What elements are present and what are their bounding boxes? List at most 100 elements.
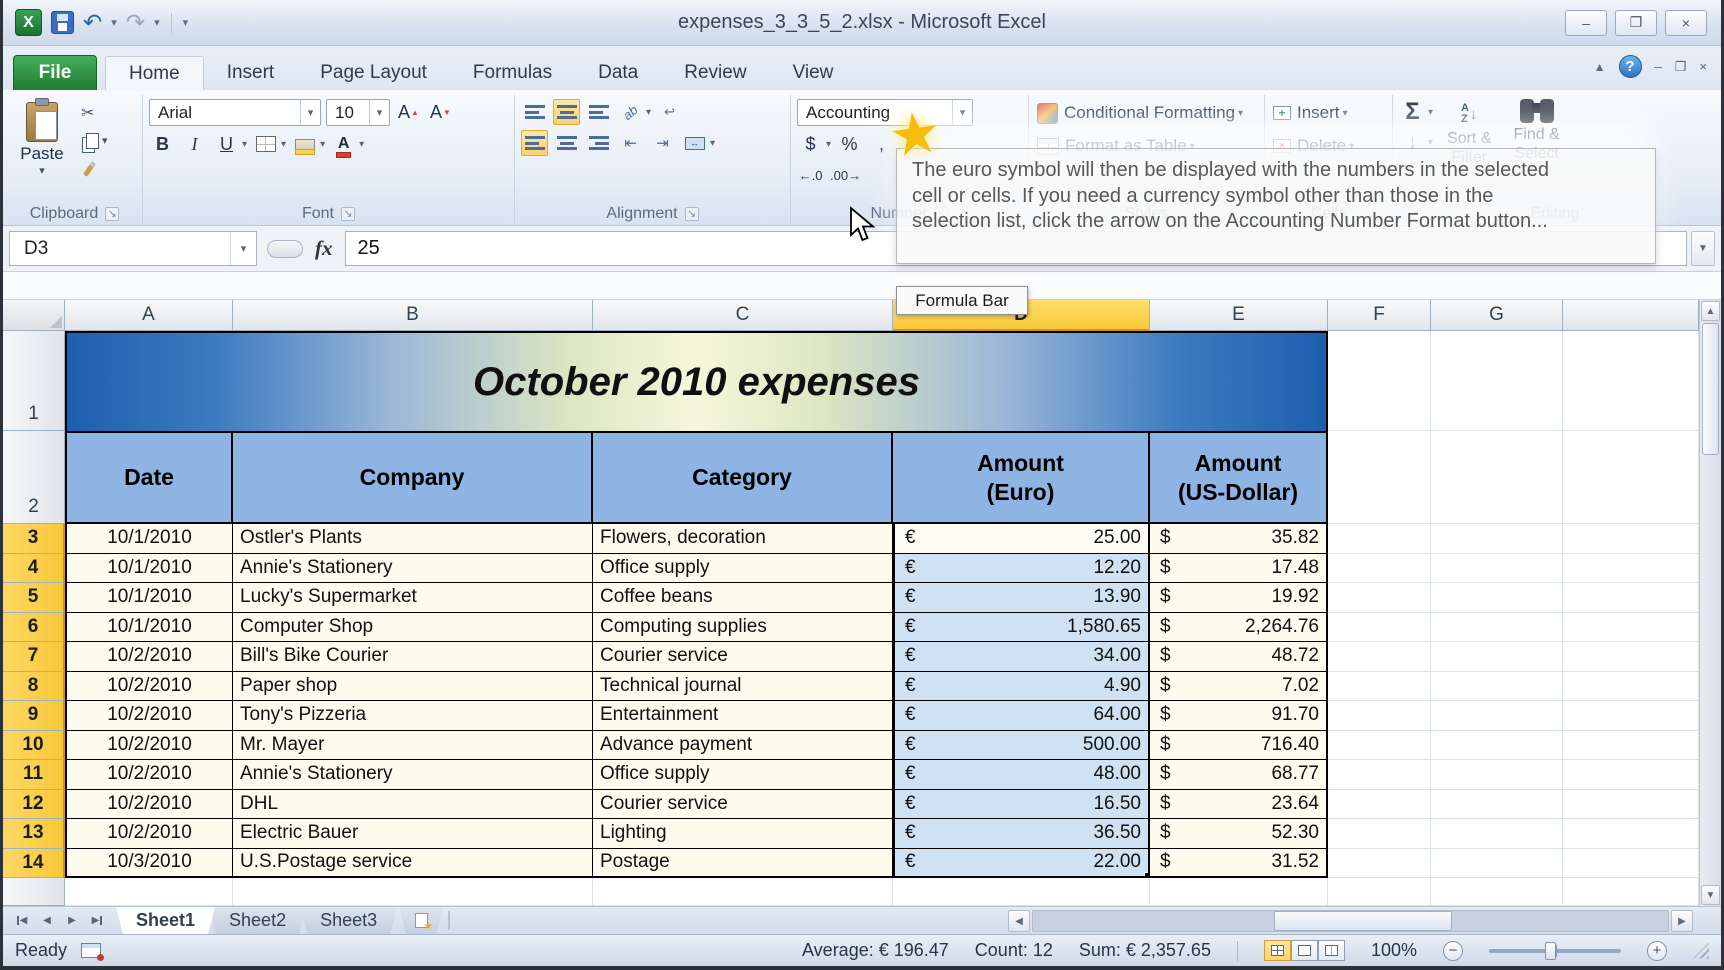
cell-a9[interactable]: 10/2/2010 xyxy=(65,701,233,731)
underline-dropdown-icon[interactable]: ▾ xyxy=(242,139,247,150)
horizontal-scroll-thumb[interactable] xyxy=(1274,911,1453,931)
paste-dropdown-icon[interactable]: ▾ xyxy=(39,166,45,177)
cell-a5[interactable]: 10/1/2010 xyxy=(65,583,233,613)
cell-f15[interactable] xyxy=(1328,878,1431,906)
cell-e10[interactable]: $716.40 xyxy=(1150,730,1328,760)
scroll-left-icon[interactable]: ◀ xyxy=(1008,910,1030,932)
cell-a6[interactable]: 10/1/2010 xyxy=(65,612,233,642)
row-header-11[interactable]: 11 xyxy=(3,760,65,790)
cell-c11[interactable]: Office supply xyxy=(593,760,893,790)
cell-d4[interactable]: €12.20 xyxy=(893,553,1150,583)
row-header-6[interactable]: 6 xyxy=(3,612,65,642)
header-company[interactable]: Company xyxy=(233,431,593,524)
cell-f4[interactable] xyxy=(1328,553,1431,583)
row-header-4[interactable]: 4 xyxy=(3,553,65,583)
fill-color-button[interactable] xyxy=(291,131,318,157)
cell-a13[interactable]: 10/2/2010 xyxy=(65,819,233,849)
ribbon-tab-page-layout[interactable]: Page Layout xyxy=(297,55,450,90)
cell-g3[interactable] xyxy=(1431,524,1563,554)
grow-font-button[interactable]: A ▲ xyxy=(395,100,422,126)
font-color-dropdown-icon[interactable]: ▾ xyxy=(359,139,364,150)
align-right-button[interactable] xyxy=(585,130,612,156)
chevron-down-icon[interactable]: ▾ xyxy=(369,100,389,125)
macro-record-icon[interactable] xyxy=(81,943,105,961)
column-header-c[interactable]: C xyxy=(593,300,893,331)
cell-d10[interactable]: €500.00 xyxy=(893,730,1150,760)
workbook-close-icon[interactable]: × xyxy=(1699,59,1707,74)
insert-worksheet-button[interactable] xyxy=(399,907,443,934)
file-tab[interactable]: File xyxy=(13,55,97,90)
increase-indent-button[interactable]: ⇥ xyxy=(649,130,676,156)
cut-button[interactable]: ✂ xyxy=(77,101,117,125)
cell-d9[interactable]: €64.00 xyxy=(893,701,1150,731)
cell-b3[interactable]: Ostler's Plants xyxy=(233,524,593,554)
row-header-14[interactable]: 14 xyxy=(3,848,65,878)
insert-function-button[interactable]: fx xyxy=(315,236,333,261)
row-header-15[interactable] xyxy=(3,878,65,906)
orientation-dropdown-icon[interactable]: ▾ xyxy=(646,107,651,118)
wrap-text-button[interactable]: ↩ xyxy=(656,99,683,125)
undo-button[interactable]: ↶ xyxy=(83,11,102,34)
cell-a12[interactable]: 10/2/2010 xyxy=(65,789,233,819)
cell-b9[interactable]: Tony's Pizzeria xyxy=(233,701,593,731)
row-header-12[interactable]: 12 xyxy=(3,789,65,819)
sheet-tab-sheet1[interactable]: Sheet1 xyxy=(116,907,215,934)
top-align-button[interactable] xyxy=(521,99,548,125)
cell-d14[interactable]: €22.00 xyxy=(893,848,1150,878)
row-header-1[interactable]: 1 xyxy=(3,331,65,431)
next-sheet-button[interactable]: ▶ xyxy=(61,911,83,931)
customize-qat-button[interactable]: ▾ xyxy=(183,16,189,29)
cell-f12[interactable] xyxy=(1328,789,1431,819)
cell-b6[interactable]: Computer Shop xyxy=(233,612,593,642)
page-layout-view-button[interactable] xyxy=(1290,940,1318,961)
autosum-button[interactable]: Σ xyxy=(1399,99,1426,125)
scroll-down-icon[interactable]: ▼ xyxy=(1701,885,1720,905)
alignment-dialog-launcher-icon[interactable]: ↘ xyxy=(684,206,699,221)
cell-g15[interactable] xyxy=(1431,878,1563,906)
redo-button[interactable]: ↷ xyxy=(126,11,145,34)
ribbon-tab-view[interactable]: View xyxy=(770,55,857,90)
increase-decimal-button[interactable]: ←.0 xyxy=(797,162,824,188)
conditional-formatting-button[interactable]: Conditional Formatting ▾ xyxy=(1035,99,1258,127)
ribbon-tab-formulas[interactable]: Formulas xyxy=(450,55,575,90)
workbook-minimize-icon[interactable]: – xyxy=(1655,59,1662,74)
cell-f2[interactable] xyxy=(1328,431,1431,524)
chevron-down-icon[interactable]: ▾ xyxy=(1343,108,1348,119)
font-color-button[interactable]: A xyxy=(330,131,357,158)
decrease-decimal-button[interactable]: .00→ xyxy=(829,162,862,188)
minimize-button[interactable]: – xyxy=(1565,9,1607,36)
font-size-select[interactable]: 10 ▾ xyxy=(326,99,390,126)
cell-d3[interactable]: €25.00 xyxy=(893,524,1150,554)
undo-dropdown-icon[interactable]: ▾ xyxy=(111,16,117,29)
cell-f7[interactable] xyxy=(1328,642,1431,672)
cell-g9[interactable] xyxy=(1431,701,1563,731)
cell-a10[interactable]: 10/2/2010 xyxy=(65,730,233,760)
borders-button[interactable] xyxy=(252,131,279,157)
cell-b10[interactable]: Mr. Mayer xyxy=(233,730,593,760)
select-all-corner[interactable] xyxy=(3,300,65,331)
zoom-out-button[interactable]: − xyxy=(1443,940,1463,961)
vertical-scrollbar[interactable]: ▲ ▼ xyxy=(1699,300,1721,906)
underline-button[interactable]: U xyxy=(213,131,240,157)
decrease-indent-button[interactable]: ⇤ xyxy=(617,130,644,156)
expand-formula-bar-icon[interactable]: ▼ xyxy=(1691,231,1715,266)
cell-a11[interactable]: 10/2/2010 xyxy=(65,760,233,790)
vertical-scroll-thumb[interactable] xyxy=(1702,323,1719,455)
cell-g4[interactable] xyxy=(1431,553,1563,583)
name-box[interactable]: D3 ▾ xyxy=(9,231,257,266)
italic-button[interactable]: I xyxy=(181,131,208,157)
sheet-tab-sheet2[interactable]: Sheet2 xyxy=(209,907,306,934)
fill-dropdown-icon[interactable]: ▾ xyxy=(1428,137,1433,148)
bold-button[interactable]: B xyxy=(149,131,176,157)
header-category[interactable]: Category xyxy=(593,431,893,524)
cell-f11[interactable] xyxy=(1328,760,1431,790)
cell-f1[interactable] xyxy=(1328,331,1431,431)
resize-grip[interactable] xyxy=(1693,942,1709,959)
cell-g14[interactable] xyxy=(1431,848,1563,878)
column-header-b[interactable]: B xyxy=(233,300,593,331)
cell-e6[interactable]: $2,264.76 xyxy=(1150,612,1328,642)
zoom-slider[interactable] xyxy=(1489,941,1621,960)
cell-b15[interactable] xyxy=(233,878,593,906)
align-left-button[interactable] xyxy=(521,130,548,156)
bottom-align-button[interactable] xyxy=(585,99,612,125)
